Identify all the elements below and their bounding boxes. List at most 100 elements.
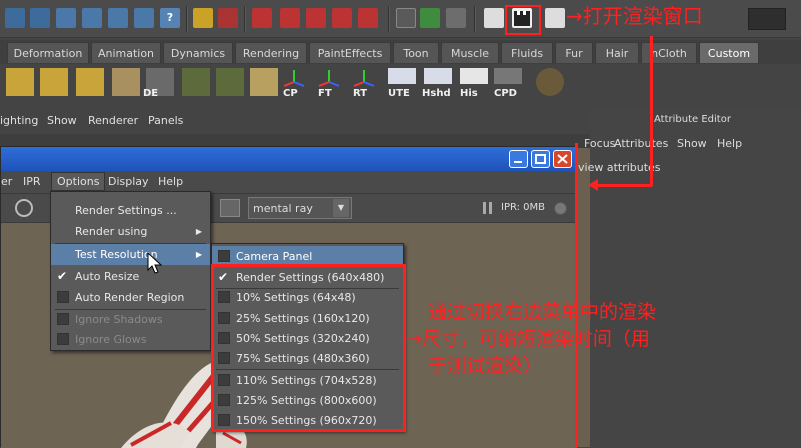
shelf-tool-3-icon[interactable] (76, 68, 104, 96)
mouse-cursor-icon (147, 252, 163, 274)
tab-painteffects[interactable]: PaintEffects (309, 42, 391, 63)
checkbox-icon (57, 333, 69, 345)
shelf-ft-icon[interactable]: FT (315, 68, 343, 99)
shelf-his-icon[interactable]: His (460, 68, 488, 99)
rw-menu-options[interactable]: Options (51, 172, 106, 191)
shelf-label-hshd: Hshd (422, 88, 451, 99)
annotation-window-border-right (575, 143, 578, 447)
menu-panels[interactable]: Panels (148, 114, 183, 127)
checkbox-icon (57, 313, 69, 325)
shelf-label-de: DE (143, 88, 159, 99)
tab-dynamics[interactable]: Dynamics (163, 42, 233, 63)
shelf-de-icon[interactable]: DE (143, 68, 174, 99)
shelf-tool-7-icon[interactable] (216, 68, 244, 96)
menu-item-auto-render-region[interactable]: Auto Render Region (51, 287, 210, 308)
snap-grid-icon[interactable] (82, 8, 102, 28)
snap-points-icon[interactable] (108, 8, 128, 28)
render-region-icon[interactable] (220, 199, 240, 217)
shelf-label-rt: RT (353, 88, 368, 99)
ae-menu-help[interactable]: Help (717, 137, 742, 150)
annotation-text-line-1: 通过切换右边菜单中的渲染 (428, 301, 657, 323)
tab-fur[interactable]: Fur (555, 42, 593, 63)
tab-hair[interactable]: Hair (595, 42, 639, 63)
toolbar-divider (474, 6, 476, 32)
shelf-ute-icon[interactable]: UTE (388, 68, 416, 99)
select-hierarchy-icon[interactable] (5, 8, 25, 28)
shelf-tool-2-icon[interactable] (40, 68, 68, 96)
shelf-tool-6-icon[interactable] (182, 68, 210, 96)
toolbar-divider (244, 6, 246, 32)
annotation-connector (524, 36, 652, 38)
close-icon[interactable] (553, 150, 572, 168)
magnet-grid-icon[interactable] (252, 8, 272, 28)
checkbox-icon (218, 250, 230, 262)
tab-animation[interactable]: Animation (91, 42, 161, 63)
ae-menu-show[interactable]: Show (677, 137, 707, 150)
menu-item-render-settings[interactable]: Render Settings ... (51, 200, 210, 221)
tab-deformation[interactable]: Deformation (7, 42, 89, 63)
shelf-cpd-icon[interactable]: CPD (494, 68, 522, 99)
annotation-text-line-3: 于测试渲染） (428, 355, 543, 377)
menu-item-auto-resize[interactable]: ✔ Auto Resize (51, 266, 210, 287)
help-icon[interactable]: ? (160, 8, 180, 28)
menu-show[interactable]: Show (47, 114, 77, 127)
shelf-tool-8-icon[interactable] (250, 68, 278, 96)
ae-hint: view attributes (578, 161, 661, 174)
snap-curve-icon[interactable] (134, 8, 154, 28)
select-object-icon[interactable] (30, 8, 50, 28)
construction-history-icon[interactable] (446, 8, 466, 28)
minimize-icon[interactable] (509, 150, 528, 168)
shelf-sphere-icon[interactable] (536, 68, 564, 96)
check-icon: ✔ (57, 269, 68, 283)
rw-menu-help[interactable]: Help (158, 175, 183, 188)
renderer-select[interactable]: mental ray ▼ (248, 197, 352, 219)
shelf-hshd-icon[interactable]: Hshd (422, 68, 452, 99)
magnet-live-icon[interactable] (358, 8, 378, 28)
shelf-cp-icon[interactable]: CP (280, 68, 308, 99)
status-line-toolbar: ? →打开渲染窗口 (0, 0, 801, 38)
lock-icon[interactable] (193, 8, 213, 28)
rw-menu-ipr[interactable]: IPR (23, 175, 41, 188)
menu-renderer[interactable]: Renderer (88, 114, 138, 127)
refresh-icon[interactable] (15, 199, 33, 217)
magnet-point-icon[interactable] (306, 8, 326, 28)
annotation-resolution-box (211, 264, 406, 432)
maximize-icon[interactable] (531, 150, 550, 168)
tab-fluids[interactable]: Fluids (501, 42, 553, 63)
toolbar-divider (186, 6, 188, 32)
submenu-arrow-icon: ▶ (195, 227, 202, 236)
tab-muscle[interactable]: Muscle (441, 42, 499, 63)
render-view-titlebar[interactable] (1, 147, 577, 171)
ae-menu-focus[interactable]: Focus (584, 137, 615, 150)
annotation-line-vertical (650, 36, 653, 186)
pause-icon[interactable] (482, 202, 494, 214)
menu-item-render-using[interactable]: Render using ▶ (51, 221, 210, 242)
command-field[interactable] (748, 8, 786, 30)
rw-menu-render[interactable]: er (1, 175, 12, 188)
ae-menu-attributes[interactable]: Attributes (614, 137, 668, 150)
menu-item-label: Ignore Glows (75, 333, 147, 346)
input-ops-icon[interactable] (396, 8, 416, 28)
menu-item-label: Auto Resize (75, 270, 140, 283)
ipr-render-icon[interactable] (545, 8, 565, 28)
tab-toon[interactable]: Toon (393, 42, 439, 63)
shelf-tool-1-icon[interactable] (6, 68, 34, 96)
toolbar-divider (388, 6, 390, 32)
tab-custom[interactable]: Custom (699, 42, 759, 63)
shelf-tool-4-icon[interactable] (112, 68, 140, 96)
render-frame-icon[interactable] (484, 8, 504, 28)
select-highlight-icon[interactable] (218, 8, 238, 28)
magnet-curve-icon[interactable] (280, 8, 300, 28)
shelf-rt-icon[interactable]: RT (350, 68, 378, 99)
clapperboard-icon[interactable] (512, 8, 532, 28)
menu-item-test-resolution[interactable]: Test Resolution ▶ (51, 244, 210, 265)
magnet-plane-icon[interactable] (332, 8, 352, 28)
tab-rendering[interactable]: Rendering (235, 42, 307, 63)
menu-item-ignore-shadows: Ignore Shadows (51, 309, 210, 330)
rw-menu-display[interactable]: Display (108, 175, 149, 188)
select-component-icon[interactable] (56, 8, 76, 28)
menu-item-label: Test Resolution (75, 248, 158, 261)
shelf-label-ute: UTE (388, 88, 410, 99)
menu-lighting[interactable]: ighting (0, 114, 38, 127)
output-ops-icon[interactable] (420, 8, 440, 28)
